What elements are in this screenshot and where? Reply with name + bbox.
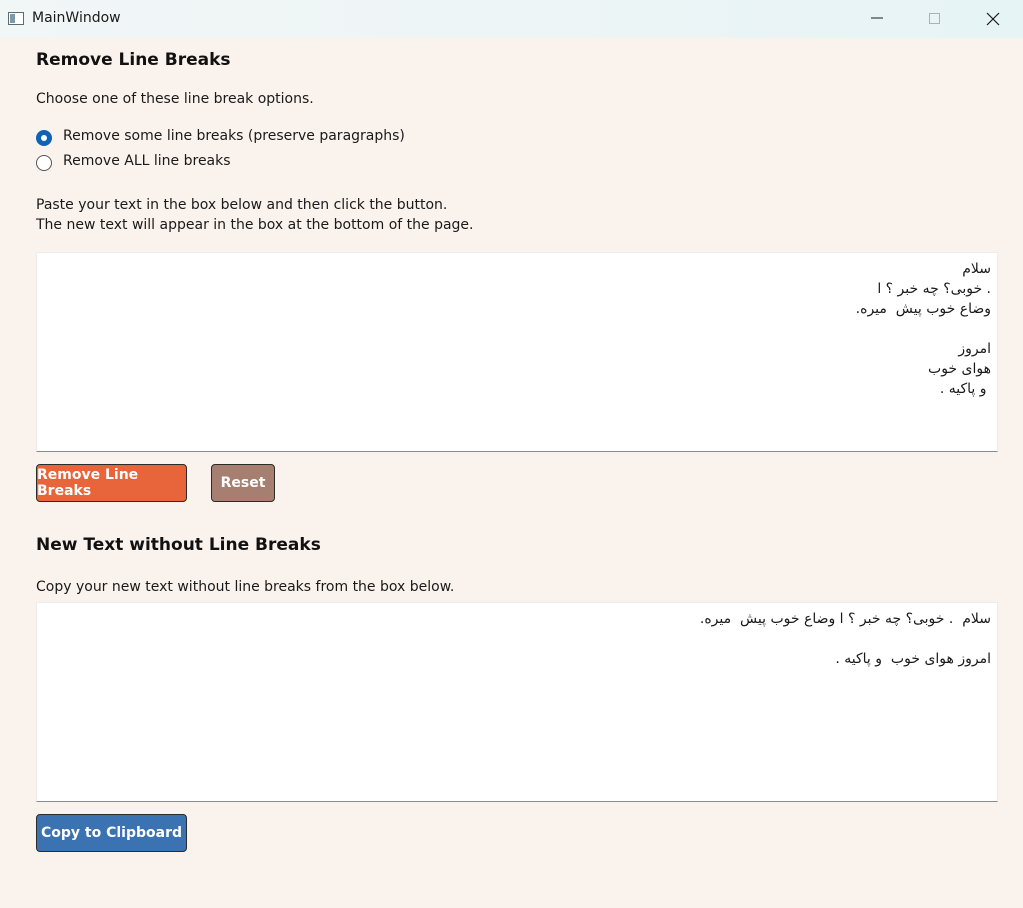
reset-button[interactable]: Reset: [211, 464, 275, 502]
output-textbox[interactable]: سلام . خوبی؟ چه خبر ؟ ا وضاع خوب پیش میر…: [36, 602, 998, 802]
radio-option-remove-all[interactable]: Remove ALL line breaks: [36, 153, 236, 173]
input-text-line: هوای خوب: [928, 361, 991, 377]
window-title: MainWindow: [32, 10, 121, 26]
remove-line-breaks-button[interactable]: Remove Line Breaks: [36, 464, 187, 502]
input-text-line: سلام: [962, 261, 991, 277]
input-text-line: و پاکیه .: [939, 381, 991, 397]
close-button[interactable]: [964, 0, 1022, 38]
input-text-line: . خوبی؟ چه خبر ؟ ا: [877, 281, 991, 297]
paste-instruction-line2: The new text will appear in the box at t…: [36, 217, 474, 233]
output-text-line: سلام . خوبی؟ چه خبر ؟ ا وضاع خوب پیش میر…: [699, 611, 991, 627]
radio-checked-icon: [36, 130, 52, 146]
minimize-button[interactable]: [848, 0, 906, 38]
radio-option-preserve-paragraphs[interactable]: Remove some line breaks (preserve paragr…: [36, 128, 416, 148]
title-bar: MainWindow: [0, 0, 1023, 38]
radio-label: Remove some line breaks (preserve paragr…: [63, 128, 405, 144]
radio-unchecked-icon: [36, 155, 52, 171]
input-text-line: امروز: [958, 341, 991, 357]
paste-instruction-line1: Paste your text in the box below and the…: [36, 197, 448, 213]
output-text-line: امروز هوای خوب و پاکیه .: [835, 651, 991, 667]
options-instruction: Choose one of these line break options.: [36, 91, 314, 107]
maximize-button[interactable]: [906, 0, 964, 38]
output-text-line: [37, 629, 997, 649]
input-text-line: [37, 319, 997, 339]
maximize-icon: [929, 13, 940, 24]
minimize-icon: [871, 17, 883, 19]
output-instruction: Copy your new text without line breaks f…: [36, 579, 455, 595]
app-window-icon: [8, 12, 24, 25]
input-textbox[interactable]: سلام . خوبی؟ چه خبر ؟ ا وضاع خوب پیش میر…: [36, 252, 998, 452]
input-text-line: وضاع خوب پیش میره.: [855, 301, 991, 317]
close-icon: [986, 12, 1000, 26]
copy-to-clipboard-button[interactable]: Copy to Clipboard: [36, 814, 187, 852]
radio-label: Remove ALL line breaks: [63, 153, 231, 169]
section-heading-remove: Remove Line Breaks: [36, 50, 231, 70]
section-heading-output: New Text without Line Breaks: [36, 535, 321, 555]
